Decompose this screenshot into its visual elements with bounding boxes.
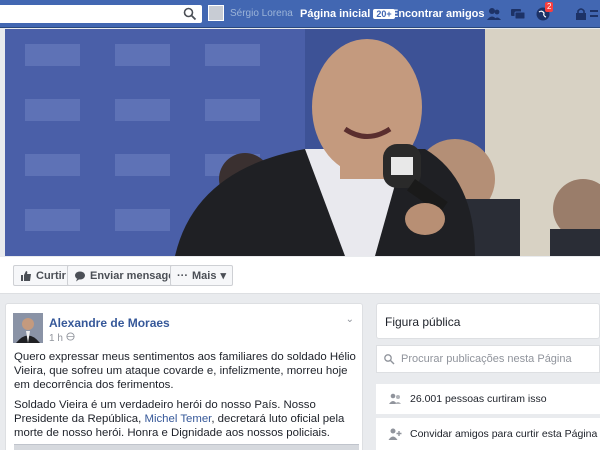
- search-box[interactable]: [0, 5, 202, 23]
- page-category: Figura pública: [385, 315, 461, 329]
- page-action-bar: Curtir Enviar mensagem ··· Mais ▾: [0, 257, 600, 294]
- page-posts-search[interactable]: Procurar publicações nesta Página: [376, 345, 600, 373]
- top-navigation-bar: Sérgio Lorena Página inicial 20+ Encontra…: [0, 0, 600, 28]
- post-timestamp[interactable]: 1 h: [49, 332, 75, 344]
- audience-globe-icon: [66, 332, 75, 344]
- chevron-down-icon: ▾: [220, 270, 226, 282]
- home-link[interactable]: Página inicial 20+: [300, 8, 395, 20]
- post-time-text: 1 h: [49, 332, 63, 344]
- more-label: Mais: [192, 269, 217, 282]
- invite-friends-row[interactable]: Convidar amigos para curtir esta Página: [376, 418, 600, 450]
- people-icon: [389, 393, 401, 404]
- messages-icon[interactable]: [510, 6, 526, 22]
- cover-photo: [5, 29, 600, 256]
- search-icon[interactable]: [182, 6, 198, 22]
- post-author-name[interactable]: Alexandre de Moraes: [49, 316, 170, 330]
- more-button[interactable]: ··· Mais ▾: [170, 265, 233, 286]
- post-attached-image[interactable]: [14, 444, 359, 450]
- page-likes-row: 26.001 pessoas curtiram isso: [376, 384, 600, 414]
- post-paragraph-1: Quero expressar meus sentimentos aos fam…: [14, 351, 356, 391]
- find-friends-link[interactable]: Encontrar amigos: [391, 8, 485, 20]
- thumbs-up-icon: [21, 270, 31, 281]
- post-options-chevron-icon[interactable]: ⌄: [346, 314, 354, 325]
- user-name-link[interactable]: Sérgio Lorena: [230, 8, 293, 19]
- more-dots-icon: ···: [177, 269, 188, 282]
- settings-icon[interactable]: [589, 6, 600, 22]
- cover-photo-image: [5, 29, 600, 256]
- home-label: Página inicial: [300, 8, 371, 20]
- friend-requests-icon[interactable]: [486, 6, 502, 22]
- mention-link[interactable]: Michel Temer: [144, 413, 211, 425]
- user-avatar[interactable]: [208, 5, 224, 21]
- post-paragraph-2: Soldado Vieira é um verdadeiro herói do …: [14, 398, 359, 440]
- search-icon: [384, 354, 395, 365]
- page-search-placeholder: Procurar publicações nesta Página: [401, 353, 572, 365]
- like-button[interactable]: Curtir: [13, 265, 73, 286]
- author-avatar[interactable]: [13, 313, 43, 343]
- like-label: Curtir: [36, 269, 66, 282]
- post-body: Quero expressar meus sentimentos aos fam…: [14, 350, 359, 446]
- invite-friends-text[interactable]: Convidar amigos para curtir esta Página: [410, 428, 597, 440]
- message-bubble-icon: [75, 271, 85, 281]
- notifications-count-badge: 2: [545, 2, 554, 12]
- privacy-lock-icon[interactable]: [573, 6, 589, 22]
- page-likes-text: 26.001 pessoas curtiram isso: [410, 393, 547, 405]
- page-category-card: Figura pública: [376, 303, 600, 339]
- add-person-icon: [388, 428, 402, 440]
- post-card: Alexandre de Moraes 1 h ⌄ Quero expressa…: [5, 303, 363, 450]
